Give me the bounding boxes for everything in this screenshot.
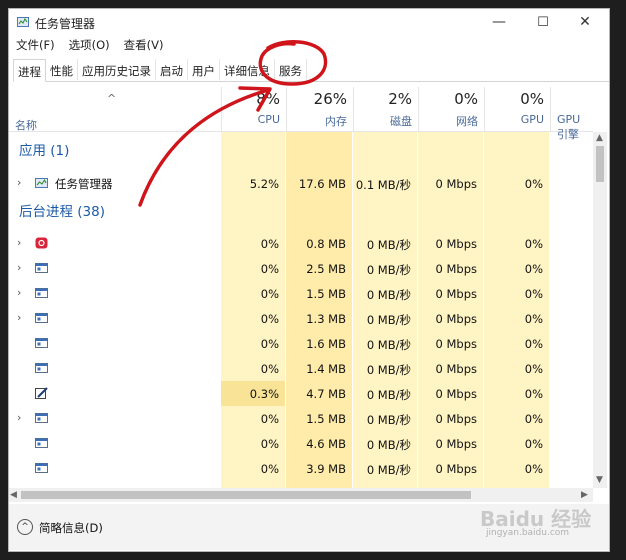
annotation-circle bbox=[258, 40, 328, 86]
annotation-arrow-shaft bbox=[138, 88, 270, 207]
red-annotation bbox=[138, 40, 328, 207]
watermark-url: jingyan.baidu.com bbox=[486, 528, 570, 538]
